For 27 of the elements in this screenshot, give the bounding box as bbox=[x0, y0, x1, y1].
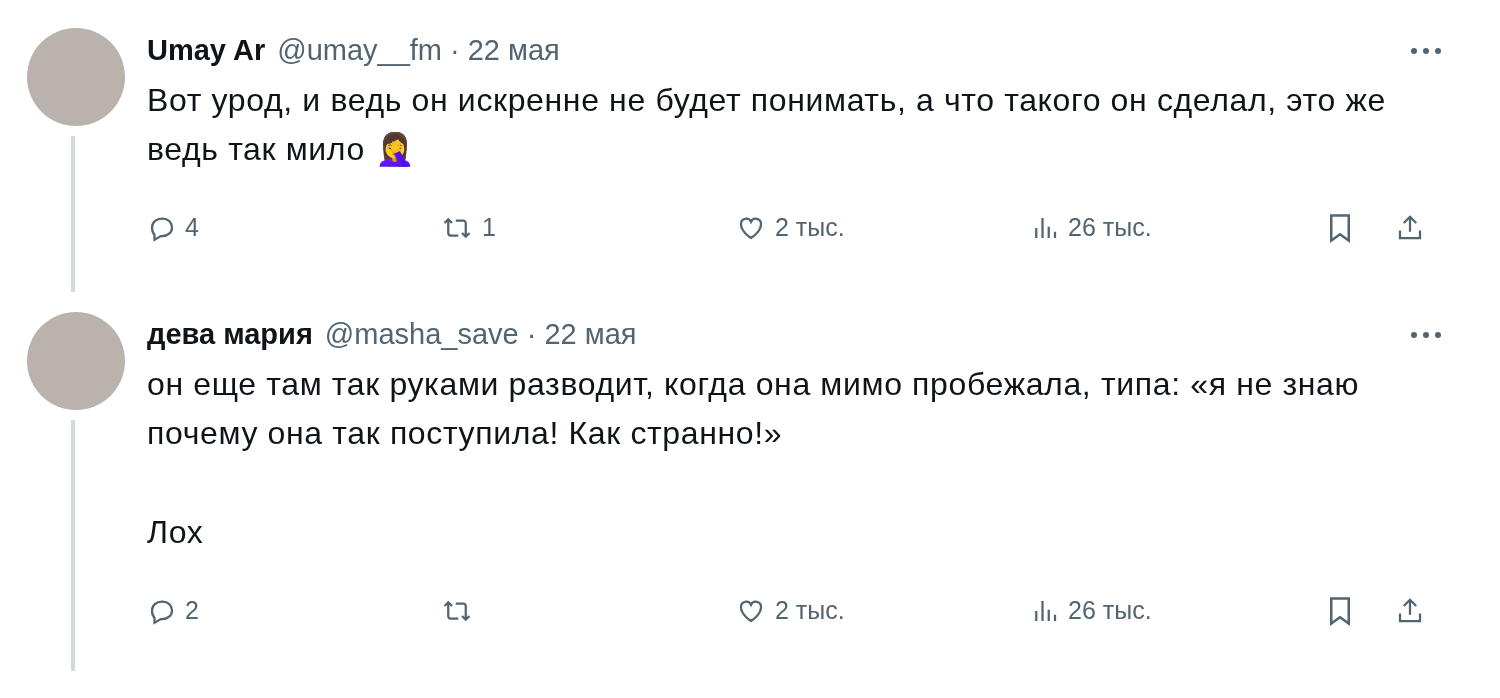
author-handle[interactable]: @umay__fm bbox=[277, 29, 443, 73]
post-text: Вот урод, и ведь он искренне не будет понимать, а что такого он сделал, это же ведь так мило 🤦‍♀ bbox=[147, 81, 1387, 169]
author-handle[interactable]: @masha_save bbox=[324, 313, 519, 357]
reply-count: 4 bbox=[185, 212, 199, 244]
more-icon[interactable] bbox=[1408, 46, 1444, 56]
post-text: Лох bbox=[147, 513, 205, 552]
repost-button[interactable]: 1 bbox=[440, 209, 496, 247]
post-date[interactable]: 22 мая bbox=[467, 29, 560, 73]
separator-dot: · bbox=[450, 33, 460, 69]
views-count: 26 тыс. bbox=[1068, 212, 1152, 244]
reply-count: 2 bbox=[185, 595, 199, 627]
reply-button[interactable]: 4 bbox=[147, 209, 199, 247]
repost-count: 1 bbox=[482, 212, 496, 244]
post-text: он еще там так руками разводит, когда она мимо пробежала, типа: «я не знаю почему она так поступила! Как странно!» bbox=[147, 365, 1361, 453]
views-button[interactable]: 26 тыс. bbox=[1030, 209, 1152, 247]
views-count: 26 тыс. bbox=[1068, 595, 1152, 627]
more-icon[interactable] bbox=[1408, 330, 1444, 340]
author-name[interactable]: дева мария bbox=[147, 313, 313, 357]
author-name[interactable]: Umay Ar bbox=[147, 29, 266, 73]
like-button[interactable]: 2 тыс. bbox=[735, 592, 845, 630]
reply-button[interactable]: 2 bbox=[147, 592, 199, 630]
post-date[interactable]: 22 мая bbox=[544, 313, 637, 357]
separator-dot: · bbox=[526, 317, 537, 353]
like-button[interactable]: 2 тыс. bbox=[735, 209, 845, 247]
like-count: 2 тыс. bbox=[775, 212, 845, 244]
views-button[interactable]: 26 тыс. bbox=[1030, 592, 1152, 630]
like-count: 2 тыс. bbox=[775, 595, 845, 627]
